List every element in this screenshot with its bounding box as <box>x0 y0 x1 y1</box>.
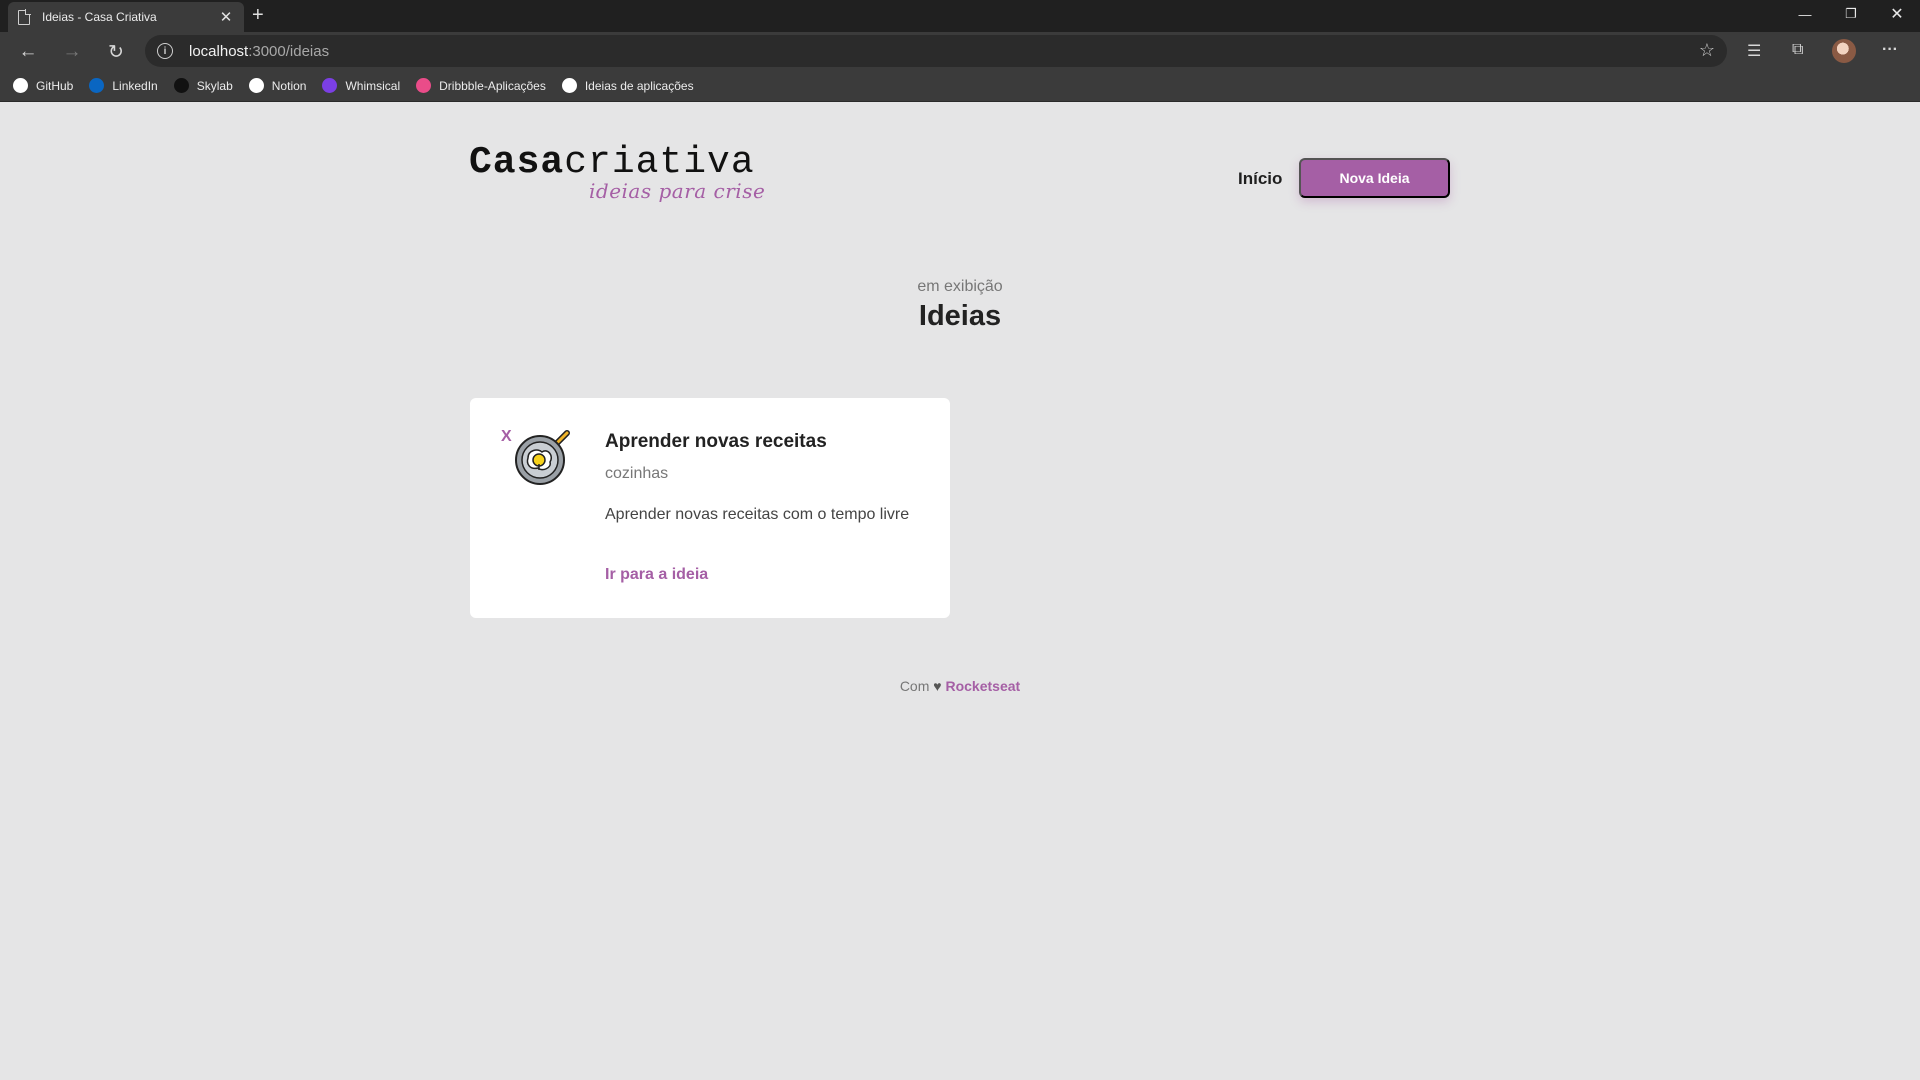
forward-icon[interactable]: → <box>58 38 86 66</box>
logo-text: Casacriativa <box>469 141 755 184</box>
notion-icon <box>248 78 264 93</box>
footer: Com ♥ Rocketseat <box>0 678 1920 694</box>
bookmark-label: Dribbble-Aplicações <box>439 78 546 93</box>
close-tab-icon[interactable]: ✕ <box>218 8 234 26</box>
browser-tab[interactable]: Ideias - Casa Criativa ✕ <box>8 2 244 32</box>
bookmark-github[interactable]: GitHub <box>13 78 73 93</box>
browser-titlebar: Ideias - Casa Criativa ✕ + — ❐ ✕ <box>0 0 1920 32</box>
page-icon <box>18 8 31 25</box>
heart-icon: ♥ <box>933 678 942 694</box>
favorites-list-icon[interactable]: ☰ <box>1747 41 1761 61</box>
info-icon[interactable]: i <box>157 43 173 59</box>
favorite-star-icon[interactable]: ☆ <box>1699 40 1715 61</box>
refresh-icon[interactable]: ↻ <box>102 38 130 66</box>
bookmark-ideias-de-aplica-es[interactable]: Ideias de aplicações <box>561 78 694 93</box>
collections-icon[interactable]: ⧉ <box>1792 41 1803 59</box>
address-bar[interactable]: i localhost:3000/ideias ☆ <box>145 35 1727 67</box>
page-title: Ideias <box>918 300 1002 332</box>
close-window-icon[interactable]: ✕ <box>1874 0 1920 28</box>
bookmark-dribbble-aplica-es[interactable]: Dribbble-Aplicações <box>416 78 546 93</box>
url-path: :3000/ideias <box>248 42 330 60</box>
bookmark-notion[interactable]: Notion <box>248 78 307 93</box>
github-icon <box>13 78 28 93</box>
more-menu-icon[interactable]: ··· <box>1882 41 1898 59</box>
bookmark-label: Skylab <box>196 78 233 93</box>
linkedin-icon <box>89 78 105 93</box>
skylab-icon <box>173 78 189 93</box>
profile-avatar[interactable] <box>1832 39 1856 63</box>
restore-icon[interactable]: ❐ <box>1828 0 1874 28</box>
bookmark-linkedin[interactable]: LinkedIn <box>89 78 158 93</box>
back-icon[interactable]: ← <box>14 38 42 66</box>
browser-toolbar: ← → ↻ i localhost:3000/ideias ☆ ☰ ⧉ ··· <box>0 32 1920 70</box>
frying-pan-egg-icon <box>515 430 570 485</box>
logo[interactable]: Casacriativa ideias para crise <box>469 141 765 204</box>
remove-idea-button[interactable]: X <box>501 428 512 446</box>
section-subtitle: em exibição <box>917 278 1003 295</box>
tab-title: Ideias - Casa Criativa <box>42 10 157 24</box>
idea-description: Aprender novas receitas com o tempo livr… <box>605 506 910 523</box>
bookmark-whimsical[interactable]: Whimsical <box>322 78 400 93</box>
nav-home-link[interactable]: Início <box>1238 169 1282 189</box>
bookmark-label: Whimsical <box>345 78 401 93</box>
new-idea-button[interactable]: Nova Ideia <box>1299 158 1450 198</box>
go-to-idea-link[interactable]: Ir para a ideia <box>605 566 708 584</box>
dribbble-icon <box>416 78 432 93</box>
bookmark-label: Notion <box>271 78 307 93</box>
whimsical-icon <box>322 78 338 93</box>
idea-title: Aprender novas receitas <box>605 431 827 452</box>
github-icon <box>561 78 577 93</box>
idea-category: cozinhas <box>605 465 669 482</box>
idea-card: X Aprender novas receitas cozinhas Apren… <box>470 398 950 618</box>
footer-prefix: Com <box>899 678 930 694</box>
bookmark-label: GitHub <box>36 78 74 93</box>
new-tab-button[interactable]: + <box>252 5 264 25</box>
bookmark-label: Ideias de aplicações <box>584 78 694 93</box>
logo-tagline: ideias para crise <box>589 179 766 203</box>
minimize-icon[interactable]: — <box>1782 0 1828 28</box>
rocketseat-link[interactable]: Rocketseat <box>945 678 1020 694</box>
page-content: Casacriativa ideias para crise Início No… <box>0 103 1920 1078</box>
bookmark-skylab[interactable]: Skylab <box>173 78 233 93</box>
bookmark-label: LinkedIn <box>112 78 158 93</box>
url-host: localhost <box>189 42 249 60</box>
bookmarks-bar: GitHub LinkedIn Skylab Notion Whimsical Dribb… <box>0 70 1920 102</box>
